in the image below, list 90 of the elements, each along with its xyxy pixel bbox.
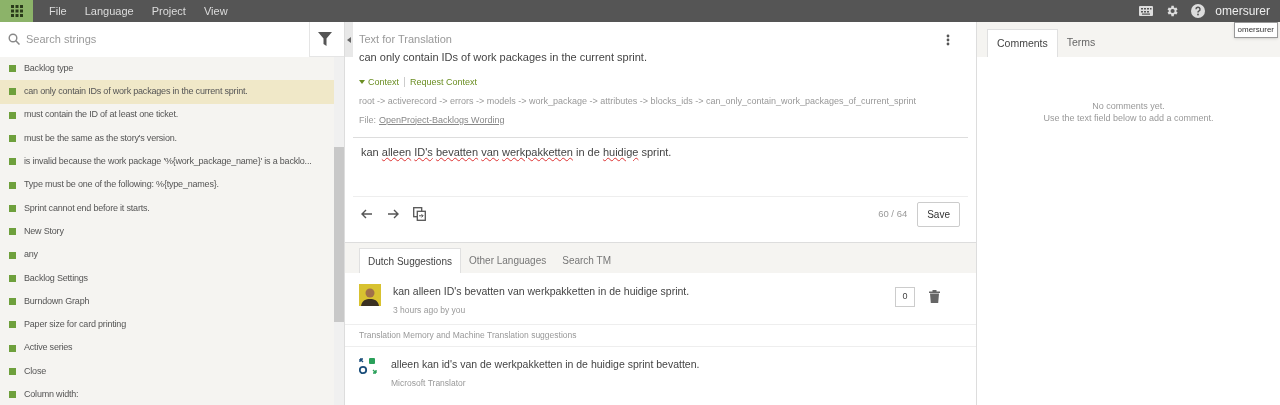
help-icon[interactable] [1191,4,1206,18]
string-item[interactable]: Backlog type [0,57,334,81]
settings-icon[interactable] [1165,4,1180,18]
suggestion-source: Microsoft Translator [391,376,467,390]
string-text: Backlog type [24,61,74,75]
status-icon [9,228,16,236]
tooltip: omersurer [1233,22,1278,38]
string-item[interactable]: Type must be one of the following: %{type_names}. [0,173,334,197]
source-text: can only contain IDs of work packages in the current sprint. [359,50,648,65]
string-text: Burndown Graph [24,294,90,308]
string-item[interactable]: Paper size for card printing [0,313,334,337]
file-label: File: [359,113,376,127]
status-icon [9,368,16,375]
string-item[interactable]: any [0,243,334,267]
menu-item[interactable]: File [41,2,75,20]
status-icon [9,111,16,119]
string-item[interactable]: Burndown Graph [0,289,334,314]
section-heading: Translation Memory and Machine Translation suggestions [345,325,976,347]
menu-item[interactable]: Project [143,2,194,20]
string-text: must contain the ID of at least one ticket. [24,108,178,122]
status-icon [9,181,16,189]
side-tab[interactable]: Comments [987,29,1058,57]
caret-icon [359,80,365,85]
search-icon [8,33,20,45]
status-icon [9,344,16,352]
trash-icon[interactable] [929,290,940,303]
menu-item[interactable]: View [195,2,236,20]
side-tab[interactable]: Terms [1057,29,1105,57]
string-text: Paper size for card printing [24,318,126,332]
search-box[interactable]: Search strings [0,21,310,57]
suggestion-tab[interactable]: Dutch Suggestions [359,248,461,273]
string-text: Backlog Settings [24,271,88,285]
panel-title: Text for Translation [359,32,453,48]
status-icon [9,204,16,212]
request-context-link[interactable]: Request Context [410,75,478,89]
string-text: must be the same as the story's version. [24,131,177,145]
string-item[interactable]: Backlog Settings [0,266,334,290]
context-path: root -> activerecord -> errors -> models -> work_package -> attributes -> blocks_ids -> can_only_contain_work_packages_of_current_sprint [359,95,918,108]
empty-message: Use the text field below to add a comment. [1043,112,1214,124]
vote-count[interactable]: 0 [895,287,915,307]
keyboard-icon[interactable] [1139,6,1154,16]
string-text: Active series [24,341,73,355]
string-item[interactable]: is invalid because the work package '%{work_package_name}' is a backlo... [0,150,334,174]
string-text: any [24,248,38,262]
status-icon [9,88,16,96]
scrollbar[interactable] [334,57,344,405]
file-link[interactable]: OpenProject-Backlogs Wording [379,113,505,127]
string-item[interactable]: New Story [0,220,334,244]
context-toggle[interactable]: Context [359,75,400,89]
save-button[interactable]: Save [917,201,960,227]
string-text: New Story [24,224,64,238]
status-icon [9,321,16,329]
filter-icon[interactable] [318,32,332,46]
string-item[interactable]: Sprint cannot end before it starts. [0,196,334,221]
grid-icon [10,5,23,17]
status-icon [9,274,16,282]
string-text: Sprint cannot end before it starts. [24,201,150,215]
string-text: Column width: [24,388,79,402]
string-item[interactable]: must be the same as the story's version. [0,126,334,151]
string-text: is invalid because the work package '%{work_package_name}' is a backlo... [24,155,312,169]
translator-icon [359,357,377,375]
suggestion-text: kan alleen ID's bevatten van werkpakketten in de huidige sprint. [393,284,691,299]
string-item[interactable]: Column width: [0,383,334,405]
string-text: Close [24,364,46,378]
arrow-right-icon[interactable] [387,209,399,219]
string-item[interactable]: Close [0,359,334,384]
empty-message: No comments yet. [1092,100,1165,112]
status-icon [9,391,16,399]
copy-icon[interactable] [413,207,426,221]
string-text: Type must be one of the following: %{type_names}. [24,178,219,192]
status-icon [9,65,16,73]
suggestion-tab[interactable]: Search TM [554,248,619,273]
string-item[interactable]: can only contain IDs of work packages in the current sprint. [0,80,334,104]
string-item[interactable]: must contain the ID of at least one ticket. [0,103,334,127]
status-icon [9,298,16,306]
apps-button[interactable] [0,0,33,22]
arrow-left-icon[interactable] [361,209,373,219]
string-item[interactable]: Active series [0,336,334,360]
character-counter: 60 / 64 [878,206,908,221]
translation-field[interactable]: kan alleen ID's bevatten van werkpakketten in de huidige sprint. [361,144,960,161]
suggestion-meta: 3 hours ago by you [393,303,467,317]
suggestion-tab[interactable]: Other Languages [460,248,555,273]
menu-item[interactable]: Language [76,2,142,20]
status-icon [9,135,16,143]
suggestion-text: alleen kan id's van de werkpakketten in de huidige sprint bevatten. [391,357,700,372]
more-icon[interactable] [946,33,950,46]
status-icon [9,158,16,166]
string-text: can only contain IDs of work packages in the current sprint. [24,85,248,99]
status-icon [9,251,16,259]
collapse-handle[interactable] [345,22,353,57]
